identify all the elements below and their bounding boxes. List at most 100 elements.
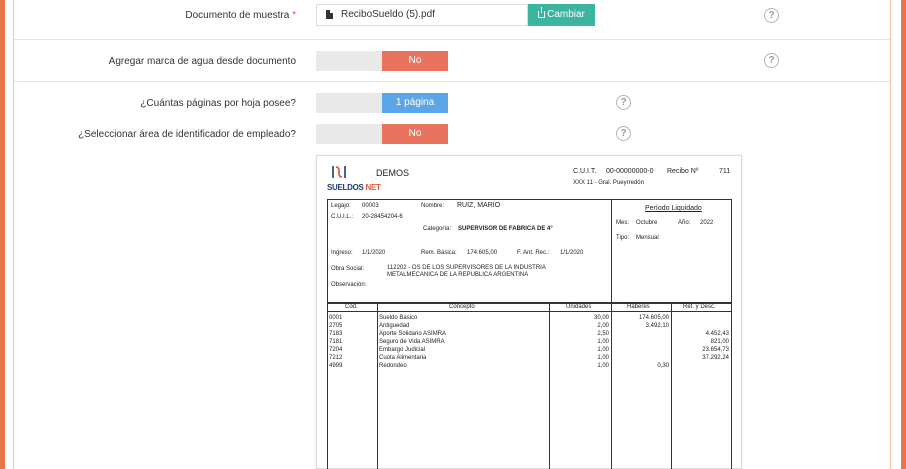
table-row-concepto: Aporte Solidario ASIMRA — [379, 331, 447, 337]
header-haberes: Haberes — [627, 304, 650, 310]
logo-text-a: SUELDOS — [327, 183, 364, 192]
help-icon[interactable]: ? — [616, 126, 631, 141]
table-row-haberes — [613, 330, 669, 338]
recibo-value: 711 — [719, 168, 731, 175]
file-name: ReciboSueldo (5).pdf — [341, 9, 435, 20]
divider — [14, 81, 890, 82]
company-name: DEMOS — [376, 168, 410, 178]
col-divider — [611, 303, 612, 469]
rem-value: 174.605,00 — [467, 250, 498, 256]
legajo-label: Legajo: — [331, 203, 351, 209]
cuil-value: 20-28454204-6 — [362, 214, 403, 220]
table-row-haberes — [613, 346, 669, 354]
table-row-cod: 7183 — [329, 331, 343, 337]
table-row-ret: 23.654,73 — [702, 347, 729, 353]
table-row-unidades: 2,50 — [597, 331, 609, 337]
pages-per-sheet-label: ¿Cuántas páginas por hoja posee? — [140, 98, 296, 109]
file-icon — [326, 10, 333, 19]
upload-icon — [538, 7, 546, 18]
table-row-cod: 7212 — [329, 355, 343, 361]
table-row-concepto: Antiguedad — [379, 323, 410, 329]
cuil-label: C.U.I.L.: — [331, 214, 354, 220]
left-border — [0, 0, 5, 469]
doc-sample-label: Documento de muestra * — [185, 10, 296, 21]
change-file-label: Cambiar — [547, 9, 585, 20]
header-ret: Ret. y Desc. — [683, 304, 716, 310]
col-divider — [671, 303, 672, 469]
help-icon[interactable]: ? — [616, 95, 631, 110]
obra-label: Obra Social: — [331, 266, 365, 272]
table-row-unidades: 1,00 — [597, 363, 609, 369]
employee-area-label: ¿Seleccionar área de identificador de em… — [78, 129, 296, 140]
table-row-cod: 4999 — [329, 363, 343, 369]
mes-label: Mes: — [616, 220, 630, 226]
obra-value-2: METALMECANICA DE LA REPUBLICA ARGENTINA — [387, 272, 529, 278]
table-row-haberes — [613, 354, 669, 362]
table-row-concepto: Cuota Alimentaria — [379, 355, 427, 361]
col-concepto: Sueldo Basico Antiguedad Aporte Solidari… — [379, 314, 547, 370]
ingreso-value: 1/1/2020 — [362, 250, 386, 256]
table-row-unidades: 1,00 — [597, 347, 609, 353]
table-row-concepto: Seguro de Vida ASIMRA — [379, 339, 445, 345]
cuit-value: 00-00000000-0 — [606, 168, 654, 175]
employee-area-toggle[interactable]: No — [316, 124, 448, 144]
logo-text-b: NET — [365, 183, 381, 192]
help-icon[interactable]: ? — [764, 8, 779, 23]
fant-label: F. Ant. Rec.: — [517, 250, 550, 256]
left-inner-border — [13, 0, 14, 469]
obs-label: Observación: — [331, 282, 367, 288]
table-row-unidades: 1,00 — [597, 339, 609, 345]
fant-value: 1/1/2020 — [560, 250, 584, 256]
tipo-value: Mensual — [636, 235, 659, 241]
table-row-cod: 0001 — [329, 315, 343, 321]
watermark-label: Agregar marca de agua desde documento — [108, 56, 296, 67]
ingreso-label: Ingreso: — [331, 250, 353, 256]
table-row-haberes — [613, 338, 669, 346]
table-row-ret: 4.452,43 — [705, 331, 729, 337]
pages-per-sheet-selector[interactable]: 1 página — [316, 93, 448, 113]
document-preview[interactable]: SUELDOS NET DEMOS C.U.I.T. 00-00000000-0… — [316, 155, 742, 469]
table-row-ret — [673, 362, 729, 370]
watermark-toggle-value: No — [382, 51, 448, 71]
table-row-unidades: 2,00 — [597, 323, 609, 329]
cuit-label: C.U.I.T. — [573, 168, 597, 175]
table-row-cod: 7204 — [329, 347, 343, 353]
categoria-label: Categoría: — [423, 226, 452, 232]
legajo-value: 00003 — [362, 203, 379, 209]
header-unidades: Unidades — [566, 304, 592, 310]
table-row-ret — [673, 314, 729, 322]
logo-text: SUELDOS NET — [327, 183, 381, 192]
right-inner-border — [890, 0, 891, 469]
help-icon[interactable]: ? — [764, 53, 779, 68]
col-haberes: 174.605,00 3.492,10 0,30 — [613, 314, 669, 370]
col-divider — [377, 303, 378, 469]
pages-per-sheet-value: 1 página — [382, 93, 448, 113]
col-cod: 0001 2705 7183 7181 7204 7212 4999 — [329, 314, 375, 370]
header-concepto: Concepto — [449, 304, 475, 310]
table-row-ret — [673, 322, 729, 330]
table-row-concepto: Redondeo — [379, 363, 407, 369]
nombre-value: RUIZ, MARIO — [457, 202, 501, 209]
company-address: XXX 11 - Gral. Pueyrredón — [573, 180, 644, 186]
divider — [14, 39, 890, 40]
header-cod: Cod. — [345, 304, 358, 310]
employee-area-toggle-value: No — [382, 124, 448, 144]
tipo-label: Tipo: — [616, 235, 630, 241]
table-row-concepto: Sueldo Basico — [379, 315, 418, 321]
table-row-haberes: 0,30 — [657, 363, 669, 369]
change-file-button[interactable]: Cambiar — [528, 4, 595, 26]
file-field[interactable]: ReciboSueldo (5).pdf — [316, 4, 528, 26]
table-row-concepto: Embargo Judicial — [379, 347, 426, 353]
nombre-label: Nombre: — [421, 203, 445, 209]
watermark-toggle[interactable]: No — [316, 51, 448, 71]
col-ret: 4.452,43 821,00 23.654,73 37.292,24 — [673, 314, 729, 370]
table-row-unidades: 1,00 — [597, 355, 609, 361]
table-row-cod: 7181 — [329, 339, 343, 345]
rem-label: Rem. Básica: — [421, 250, 457, 256]
anio-label: Año: — [678, 220, 691, 226]
table-row-haberes: 3.492,10 — [645, 323, 669, 329]
categoria-value: SUPERVISOR DE FABRICA DE 4° — [458, 226, 553, 232]
mes-value: Octubre — [636, 220, 658, 226]
info-divider — [611, 199, 612, 303]
sueldosnet-logo-icon — [332, 166, 346, 178]
